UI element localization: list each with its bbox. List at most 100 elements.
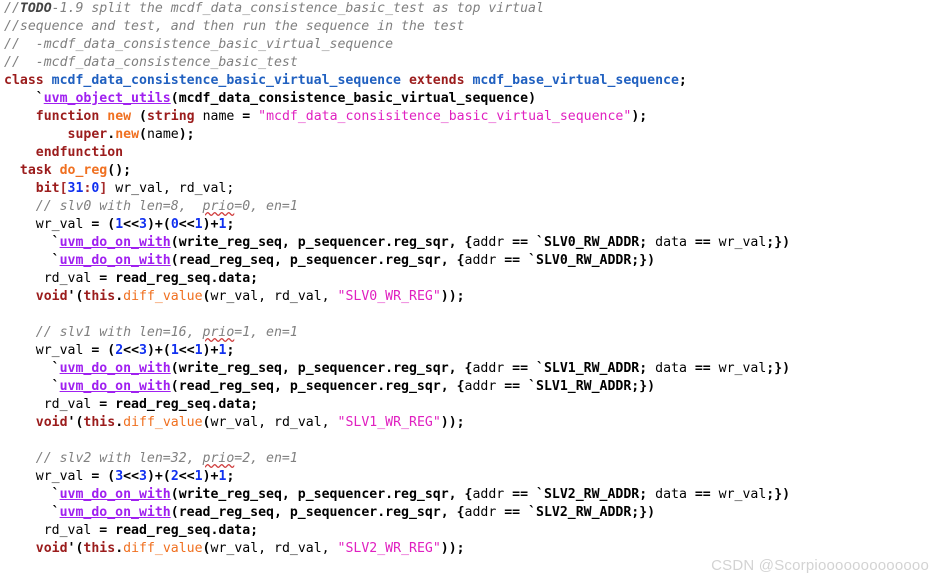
- code-token: void: [35, 415, 68, 430]
- code-token: SLV2_RW_ADDR: [543, 487, 640, 502]
- code-token: (: [170, 361, 179, 376]
- code-token: ;: [226, 469, 235, 484]
- code-token: TODO: [19, 1, 52, 16]
- code-token: ==: [686, 235, 719, 250]
- code-token: 31: [67, 181, 84, 196]
- code-token: `: [51, 379, 60, 394]
- code-token: 3: [139, 217, 147, 232]
- code-token: rd_val: [43, 271, 92, 286]
- code-token: '(: [67, 289, 84, 304]
- code-token: addr: [472, 361, 505, 376]
- code-token: data: [655, 487, 687, 502]
- code-token: write_reg_seq, p_sequencer.reg_sqr, {: [178, 361, 473, 376]
- code-token: =: [83, 469, 108, 484]
- code-token: `: [536, 361, 544, 376]
- code-token: <<: [123, 469, 140, 484]
- code-token: addr: [472, 487, 505, 502]
- code-line: super.new(name);: [0, 126, 937, 144]
- code-token: wr_val: [718, 487, 767, 502]
- code-line: task do_reg();: [0, 162, 937, 180]
- code-token: mcdf_data_consistence_basic_virtual_sequ…: [178, 91, 529, 106]
- code-token: ();: [107, 163, 132, 178]
- code-token: ;}): [631, 379, 656, 394]
- code-token: wr_val, rd_val;: [115, 181, 235, 196]
- code-token: mcdf_base_virtual_sequence: [472, 73, 679, 88]
- code-token: ==: [504, 235, 536, 250]
- code-token: );: [178, 127, 195, 142]
- code-token: =: [91, 271, 116, 286]
- code-token: // slv0 with len=8,: [35, 199, 203, 214]
- code-token: write_reg_seq, p_sequencer.reg_sqr, {: [178, 235, 473, 250]
- code-token: name: [202, 109, 235, 124]
- code-token: wr_val: [718, 361, 767, 376]
- code-line: rd_val = read_reg_seq.data;: [0, 522, 937, 540]
- code-token: `: [536, 487, 544, 502]
- code-token: 1: [170, 343, 179, 358]
- code-token: diff_value: [123, 289, 203, 304]
- code-token: prio: [202, 451, 235, 466]
- code-token: SLV0_RW_ADDR: [543, 235, 640, 250]
- code-token: ;: [639, 487, 656, 502]
- code-token: wr_val: [35, 217, 84, 232]
- code-token: .: [115, 541, 124, 556]
- code-token: =: [91, 523, 116, 538]
- code-line: class mcdf_data_consistence_basic_virtua…: [0, 72, 937, 90]
- code-token: void: [35, 289, 68, 304]
- code-token: read_reg_seq.data;: [115, 523, 259, 538]
- code-token: (: [139, 127, 147, 142]
- code-token: )+: [202, 469, 219, 484]
- code-listing: //TODO-1.9 split the mcdf_data_consisten…: [0, 0, 937, 558]
- code-token: ==: [686, 361, 719, 376]
- code-token: <<: [178, 217, 195, 232]
- code-token: uvm_do_on_with: [59, 235, 171, 250]
- code-token: `: [51, 505, 60, 520]
- code-token: uvm_do_on_with: [59, 253, 171, 268]
- code-token: wr_val, rd_val,: [210, 289, 338, 304]
- code-token: extends: [408, 73, 465, 88]
- code-token: //: [4, 1, 20, 16]
- code-token: ;: [678, 73, 687, 88]
- code-token: `: [51, 361, 60, 376]
- code-token: "SLV1_WR_REG": [337, 415, 441, 430]
- code-token: write_reg_seq, p_sequencer.reg_sqr, {: [178, 487, 473, 502]
- code-line: wr_val = (3<<3)+(2<<1)+1;: [0, 468, 937, 486]
- code-token: // -mcdf_data_consistence_basic_virtual_…: [4, 37, 394, 52]
- code-token: ;}): [631, 253, 656, 268]
- code-token: SLV1_RW_ADDR: [536, 379, 632, 394]
- code-token: 2: [115, 343, 124, 358]
- code-token: (: [170, 91, 179, 106]
- code-token: (: [170, 253, 179, 268]
- code-token: `: [536, 235, 544, 250]
- code-token: =2, en=1: [234, 451, 298, 466]
- code-token: task: [19, 163, 52, 178]
- code-line: // slv0 with len=8, prio=0, en=1: [0, 198, 937, 216]
- code-token: =: [234, 109, 259, 124]
- code-token: <<: [123, 343, 140, 358]
- code-token: prio: [202, 199, 235, 214]
- code-token: uvm_do_on_with: [59, 379, 171, 394]
- code-token: .: [115, 289, 124, 304]
- code-token: data: [655, 235, 687, 250]
- code-token: (: [107, 343, 116, 358]
- code-token: wr_val, rd_val,: [210, 415, 338, 430]
- code-line: bit[31:0] wr_val, rd_val;: [0, 180, 937, 198]
- code-token: //sequence and test, and then run the se…: [4, 19, 465, 34]
- code-token: -1.9 split the mcdf_data_consistence_bas…: [51, 1, 544, 16]
- code-line: `uvm_do_on_with(write_reg_seq, p_sequenc…: [0, 360, 937, 378]
- code-token: `: [528, 379, 537, 394]
- code-editor-view: //TODO-1.9 split the mcdf_data_consisten…: [0, 0, 937, 580]
- watermark-text: CSDN @Scorpiooooooooooooo: [711, 557, 929, 574]
